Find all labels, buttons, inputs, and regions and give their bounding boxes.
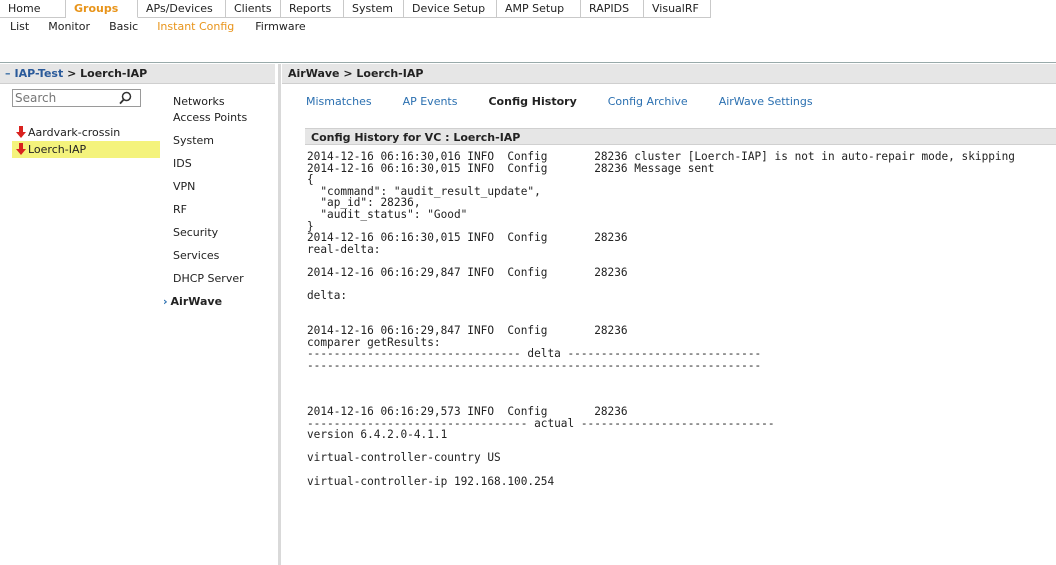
tab-groups[interactable]: Groups (66, 0, 138, 18)
panel-title: Config History for VC : Loerch-IAP (305, 128, 1056, 145)
status-down-icon (16, 143, 26, 160)
subtab-monitor[interactable]: Monitor (36, 19, 97, 34)
tab-config-history[interactable]: Config History (488, 95, 576, 108)
tab-rapids[interactable]: RAPIDS (581, 0, 644, 18)
header-divider (0, 62, 1056, 63)
chevron-right-icon: › (163, 295, 168, 308)
tab-clients[interactable]: Clients (226, 0, 281, 18)
menu-item-ids[interactable]: IDS (173, 152, 278, 175)
config-history-log: 2014-12-16 06:16:30,016 INFO Config 2823… (307, 151, 1015, 488)
tab-config-archive[interactable]: Config Archive (608, 95, 688, 108)
panel-divider[interactable] (278, 64, 281, 565)
group-link[interactable]: IAP-Test (15, 67, 64, 80)
main-tabs: Home Groups APs/Devices Clients Reports … (0, 0, 711, 18)
device-name: Aardvark-crossin (28, 126, 121, 139)
tab-ap-events[interactable]: AP Events (403, 95, 458, 108)
search-box (12, 89, 141, 107)
tab-reports[interactable]: Reports (281, 0, 344, 18)
subtab-firmware[interactable]: Firmware (241, 19, 312, 34)
tab-aps-devices[interactable]: APs/Devices (138, 0, 226, 18)
menu-item-airwave[interactable]: › AirWave (163, 290, 278, 313)
tab-system[interactable]: System (344, 0, 404, 18)
menu-item-access-points[interactable]: Access Points (173, 106, 278, 129)
search-input[interactable] (15, 90, 115, 106)
menu-item-services[interactable]: Services (173, 244, 278, 267)
airwave-tabs: Mismatches AP Events Config History Conf… (306, 95, 844, 108)
device-item[interactable]: Aardvark-crossin (12, 124, 160, 141)
menu-item-system[interactable]: System (173, 129, 278, 152)
menu-item-label: AirWave (170, 295, 223, 308)
menu-item-rf[interactable]: RF (173, 198, 278, 221)
top-navigation: Home Groups APs/Devices Clients Reports … (0, 0, 1056, 34)
device-tree: Aardvark-crossin Loerch-IAP (12, 124, 160, 158)
search-icon[interactable] (119, 91, 132, 108)
tab-amp-setup[interactable]: AMP Setup (497, 0, 581, 18)
current-group: Loerch-IAP (80, 67, 148, 80)
group-breadcrumb: – IAP-Test > Loerch-IAP (0, 64, 275, 84)
tab-airwave-settings[interactable]: AirWave Settings (719, 95, 813, 108)
config-menu: Networks Access Points System IDS VPN RF… (163, 90, 278, 313)
sub-tabs: List Monitor Basic Instant Config Firmwa… (0, 19, 313, 34)
subtab-list[interactable]: List (0, 19, 36, 34)
tab-home[interactable]: Home (0, 0, 66, 18)
page-breadcrumb: AirWave > Loerch-IAP (282, 64, 1056, 84)
device-name: Loerch-IAP (28, 143, 87, 156)
menu-item-security[interactable]: Security (173, 221, 278, 244)
subtab-basic[interactable]: Basic (97, 19, 145, 34)
tab-visualrf[interactable]: VisualRF (644, 0, 711, 18)
tab-device-setup[interactable]: Device Setup (404, 0, 497, 18)
device-item-selected[interactable]: Loerch-IAP (12, 141, 160, 158)
subtab-instant-config[interactable]: Instant Config (145, 19, 241, 34)
collapse-icon[interactable]: – (0, 67, 15, 80)
breadcrumb-text: AirWave > Loerch-IAP (288, 67, 424, 80)
breadcrumb-separator: > (63, 67, 81, 80)
menu-item-dhcp-server[interactable]: DHCP Server (173, 267, 278, 290)
tab-mismatches[interactable]: Mismatches (306, 95, 372, 108)
menu-item-vpn[interactable]: VPN (173, 175, 278, 198)
